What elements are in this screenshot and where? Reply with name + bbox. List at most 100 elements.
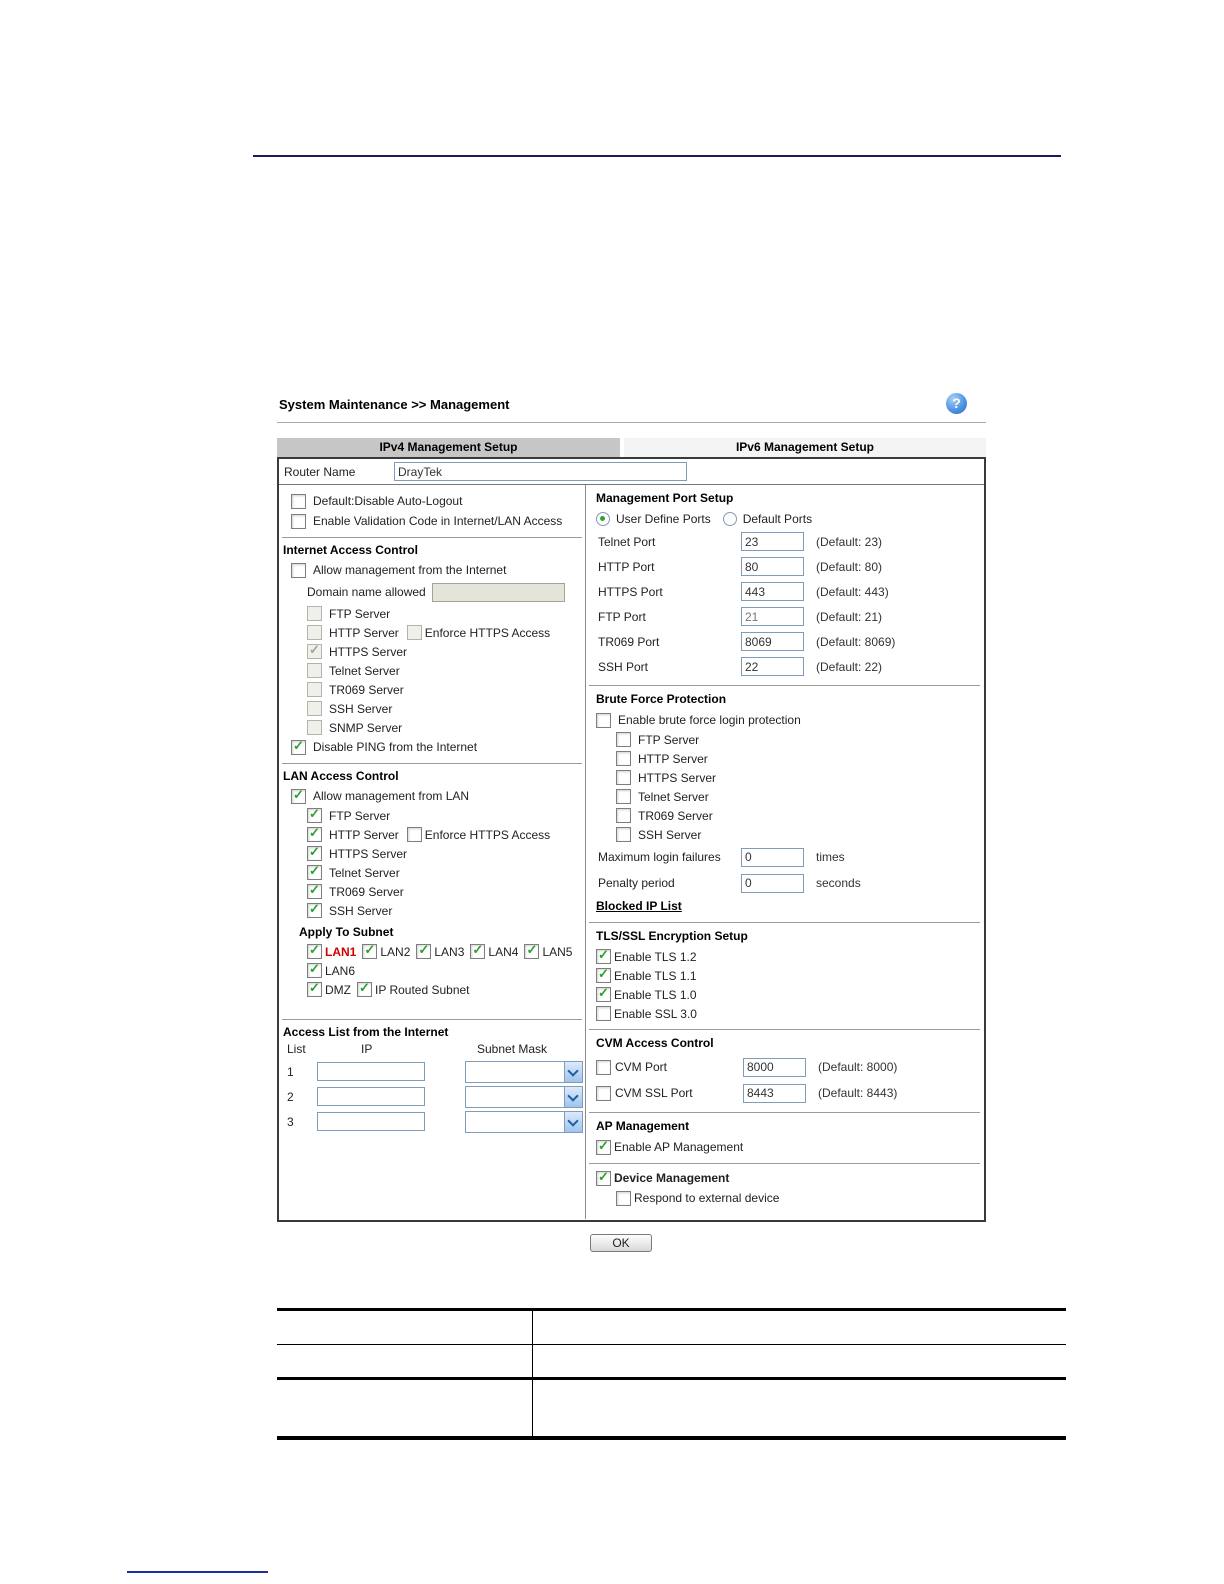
router-name-input[interactable] xyxy=(394,462,687,481)
lan-ssh-server-checkbox[interactable] xyxy=(307,901,322,918)
access-list-mask-select-2[interactable] xyxy=(465,1085,583,1108)
ssl-30-checkbox[interactable] xyxy=(596,1006,611,1021)
penalty-period-input[interactable] xyxy=(741,873,804,893)
ftp-port-input[interactable] xyxy=(741,607,804,626)
user-define-ports-label: User Define Ports xyxy=(616,512,711,526)
router-admin-screenshot: System Maintenance >> Management ? IPv4 … xyxy=(277,393,986,1222)
enable-ap-management-checkbox[interactable] xyxy=(596,1138,611,1155)
bf-tr069-server-checkbox[interactable] xyxy=(616,808,631,823)
tab-ipv6-management-setup[interactable]: IPv6 Management Setup xyxy=(624,438,986,457)
brute-force-protection-title: Brute Force Protection xyxy=(596,692,727,706)
ap-management-title: AP Management xyxy=(596,1119,690,1133)
inet-tr069-server-checkbox[interactable] xyxy=(307,682,322,697)
bf-https-server-checkbox[interactable] xyxy=(616,770,631,785)
bf-ssh-server-label: SSH Server xyxy=(638,827,702,842)
enable-ap-management-label: Enable AP Management xyxy=(614,1140,744,1154)
inet-telnet-server-label: Telnet Server xyxy=(329,663,400,678)
cvm-port-input[interactable] xyxy=(743,1057,806,1077)
lan2-checkbox[interactable] xyxy=(362,942,378,959)
lan-ftp-server-checkbox[interactable] xyxy=(307,806,322,823)
separator xyxy=(589,1112,980,1113)
table-row xyxy=(277,1380,1066,1436)
brute-force-enable-checkbox[interactable] xyxy=(596,712,611,728)
telnet-port-input[interactable] xyxy=(741,532,804,551)
tab-ipv4-management-setup[interactable]: IPv4 Management Setup xyxy=(277,438,620,457)
inet-snmp-server-checkbox[interactable] xyxy=(307,720,322,735)
access-list-ip-input-2[interactable] xyxy=(317,1087,425,1106)
blocked-ip-list-link[interactable]: Blocked IP List xyxy=(596,899,682,913)
lan5-checkbox[interactable] xyxy=(524,942,540,959)
lan-telnet-server-checkbox[interactable] xyxy=(307,863,322,880)
bf-ftp-server-checkbox[interactable] xyxy=(616,732,631,747)
subnet-row-1: LAN1 LAN2 LAN3 LAN4 LAN5 xyxy=(307,942,585,961)
left-column: Default:Disable Auto-Logout Enable Valid… xyxy=(279,485,585,1219)
lan-https-server-checkbox[interactable] xyxy=(307,844,322,861)
lan-tr069-server-option: TR069 Server xyxy=(307,882,585,901)
inet-enforce-https-checkbox[interactable] xyxy=(406,625,422,640)
access-list-ip-input-3[interactable] xyxy=(317,1112,425,1131)
respond-external-device-checkbox[interactable] xyxy=(616,1190,631,1206)
ok-button[interactable]: OK xyxy=(590,1234,652,1252)
bf-telnet-server-checkbox[interactable] xyxy=(616,789,631,804)
router-name-label: Router Name xyxy=(284,464,356,479)
default-ports-radio[interactable] xyxy=(722,512,737,526)
management-port-setup-title: Management Port Setup xyxy=(596,491,734,505)
bf-ssh-server-checkbox[interactable] xyxy=(616,827,631,842)
penalty-period-row: Penalty period seconds xyxy=(598,870,983,896)
inet-http-server-checkbox[interactable] xyxy=(307,625,322,640)
allow-internet-management-checkbox[interactable] xyxy=(291,562,306,578)
inet-ftp-server-checkbox[interactable] xyxy=(307,606,322,621)
cvm-port-checkbox[interactable] xyxy=(596,1059,611,1075)
ssh-port-input[interactable] xyxy=(741,657,804,676)
max-login-failures-label: Maximum login failures xyxy=(598,850,721,864)
help-icon[interactable]: ? xyxy=(946,393,967,414)
validation-code-checkbox[interactable] xyxy=(291,513,306,529)
user-define-ports-radio[interactable] xyxy=(596,512,610,526)
tls-11-checkbox[interactable] xyxy=(596,966,611,983)
max-login-failures-input[interactable] xyxy=(741,847,804,867)
lan-enforce-https-checkbox[interactable] xyxy=(406,827,422,842)
access-list-mask-select-3[interactable] xyxy=(465,1110,583,1133)
allow-lan-management-checkbox[interactable] xyxy=(291,787,306,804)
ip-routed-subnet-checkbox[interactable] xyxy=(357,980,372,997)
inet-ssh-server-checkbox[interactable] xyxy=(307,701,322,716)
bf-tr069-server-option: TR069 Server xyxy=(616,806,983,825)
tls-10-option: Enable TLS 1.0 xyxy=(596,985,983,1004)
dmz-checkbox[interactable] xyxy=(307,980,322,997)
access-list-ip-input-1[interactable] xyxy=(317,1062,425,1081)
http-port-input[interactable] xyxy=(741,557,804,576)
device-management-label: Device Management xyxy=(614,1171,730,1185)
cvm-ssl-port-input[interactable] xyxy=(743,1083,806,1103)
disable-ping-checkbox[interactable] xyxy=(291,738,306,755)
https-port-input[interactable] xyxy=(741,582,804,601)
lan3-checkbox[interactable] xyxy=(416,942,432,959)
ssh-port-row: SSH Port (Default: 22) xyxy=(598,654,983,679)
lan4-checkbox[interactable] xyxy=(470,942,486,959)
inet-https-server-checkbox[interactable] xyxy=(307,642,322,659)
cvm-ssl-port-checkbox[interactable] xyxy=(596,1085,611,1101)
table-cell xyxy=(277,1311,533,1344)
lan1-checkbox[interactable] xyxy=(307,942,322,959)
auto-logout-checkbox[interactable] xyxy=(291,493,306,509)
disable-ping-option: Disable PING from the Internet xyxy=(291,737,585,757)
domain-name-input[interactable] xyxy=(431,582,565,602)
separator xyxy=(282,537,582,538)
table-cell xyxy=(277,1345,533,1377)
bf-http-server-checkbox[interactable] xyxy=(616,751,631,766)
lan6-label: LAN6 xyxy=(325,963,356,978)
lan6-checkbox[interactable] xyxy=(307,961,322,978)
tls-10-checkbox[interactable] xyxy=(596,985,611,1002)
lan-telnet-server-label: Telnet Server xyxy=(329,865,400,880)
lan-http-server-checkbox[interactable] xyxy=(307,825,322,842)
dmz-label: DMZ xyxy=(325,982,351,997)
tls-11-option: Enable TLS 1.1 xyxy=(596,966,983,985)
notes-table xyxy=(277,1308,1066,1440)
tr069-port-input[interactable] xyxy=(741,632,804,651)
tls-12-checkbox[interactable] xyxy=(596,947,611,964)
device-management-checkbox[interactable] xyxy=(596,1169,611,1186)
apply-to-subnet-title: Apply To Subnet xyxy=(299,925,394,939)
lan-tr069-server-checkbox[interactable] xyxy=(307,882,322,899)
inet-snmp-server-option: SNMP Server xyxy=(307,718,585,737)
inet-telnet-server-checkbox[interactable] xyxy=(307,663,322,678)
access-list-mask-select-1[interactable] xyxy=(465,1060,583,1083)
